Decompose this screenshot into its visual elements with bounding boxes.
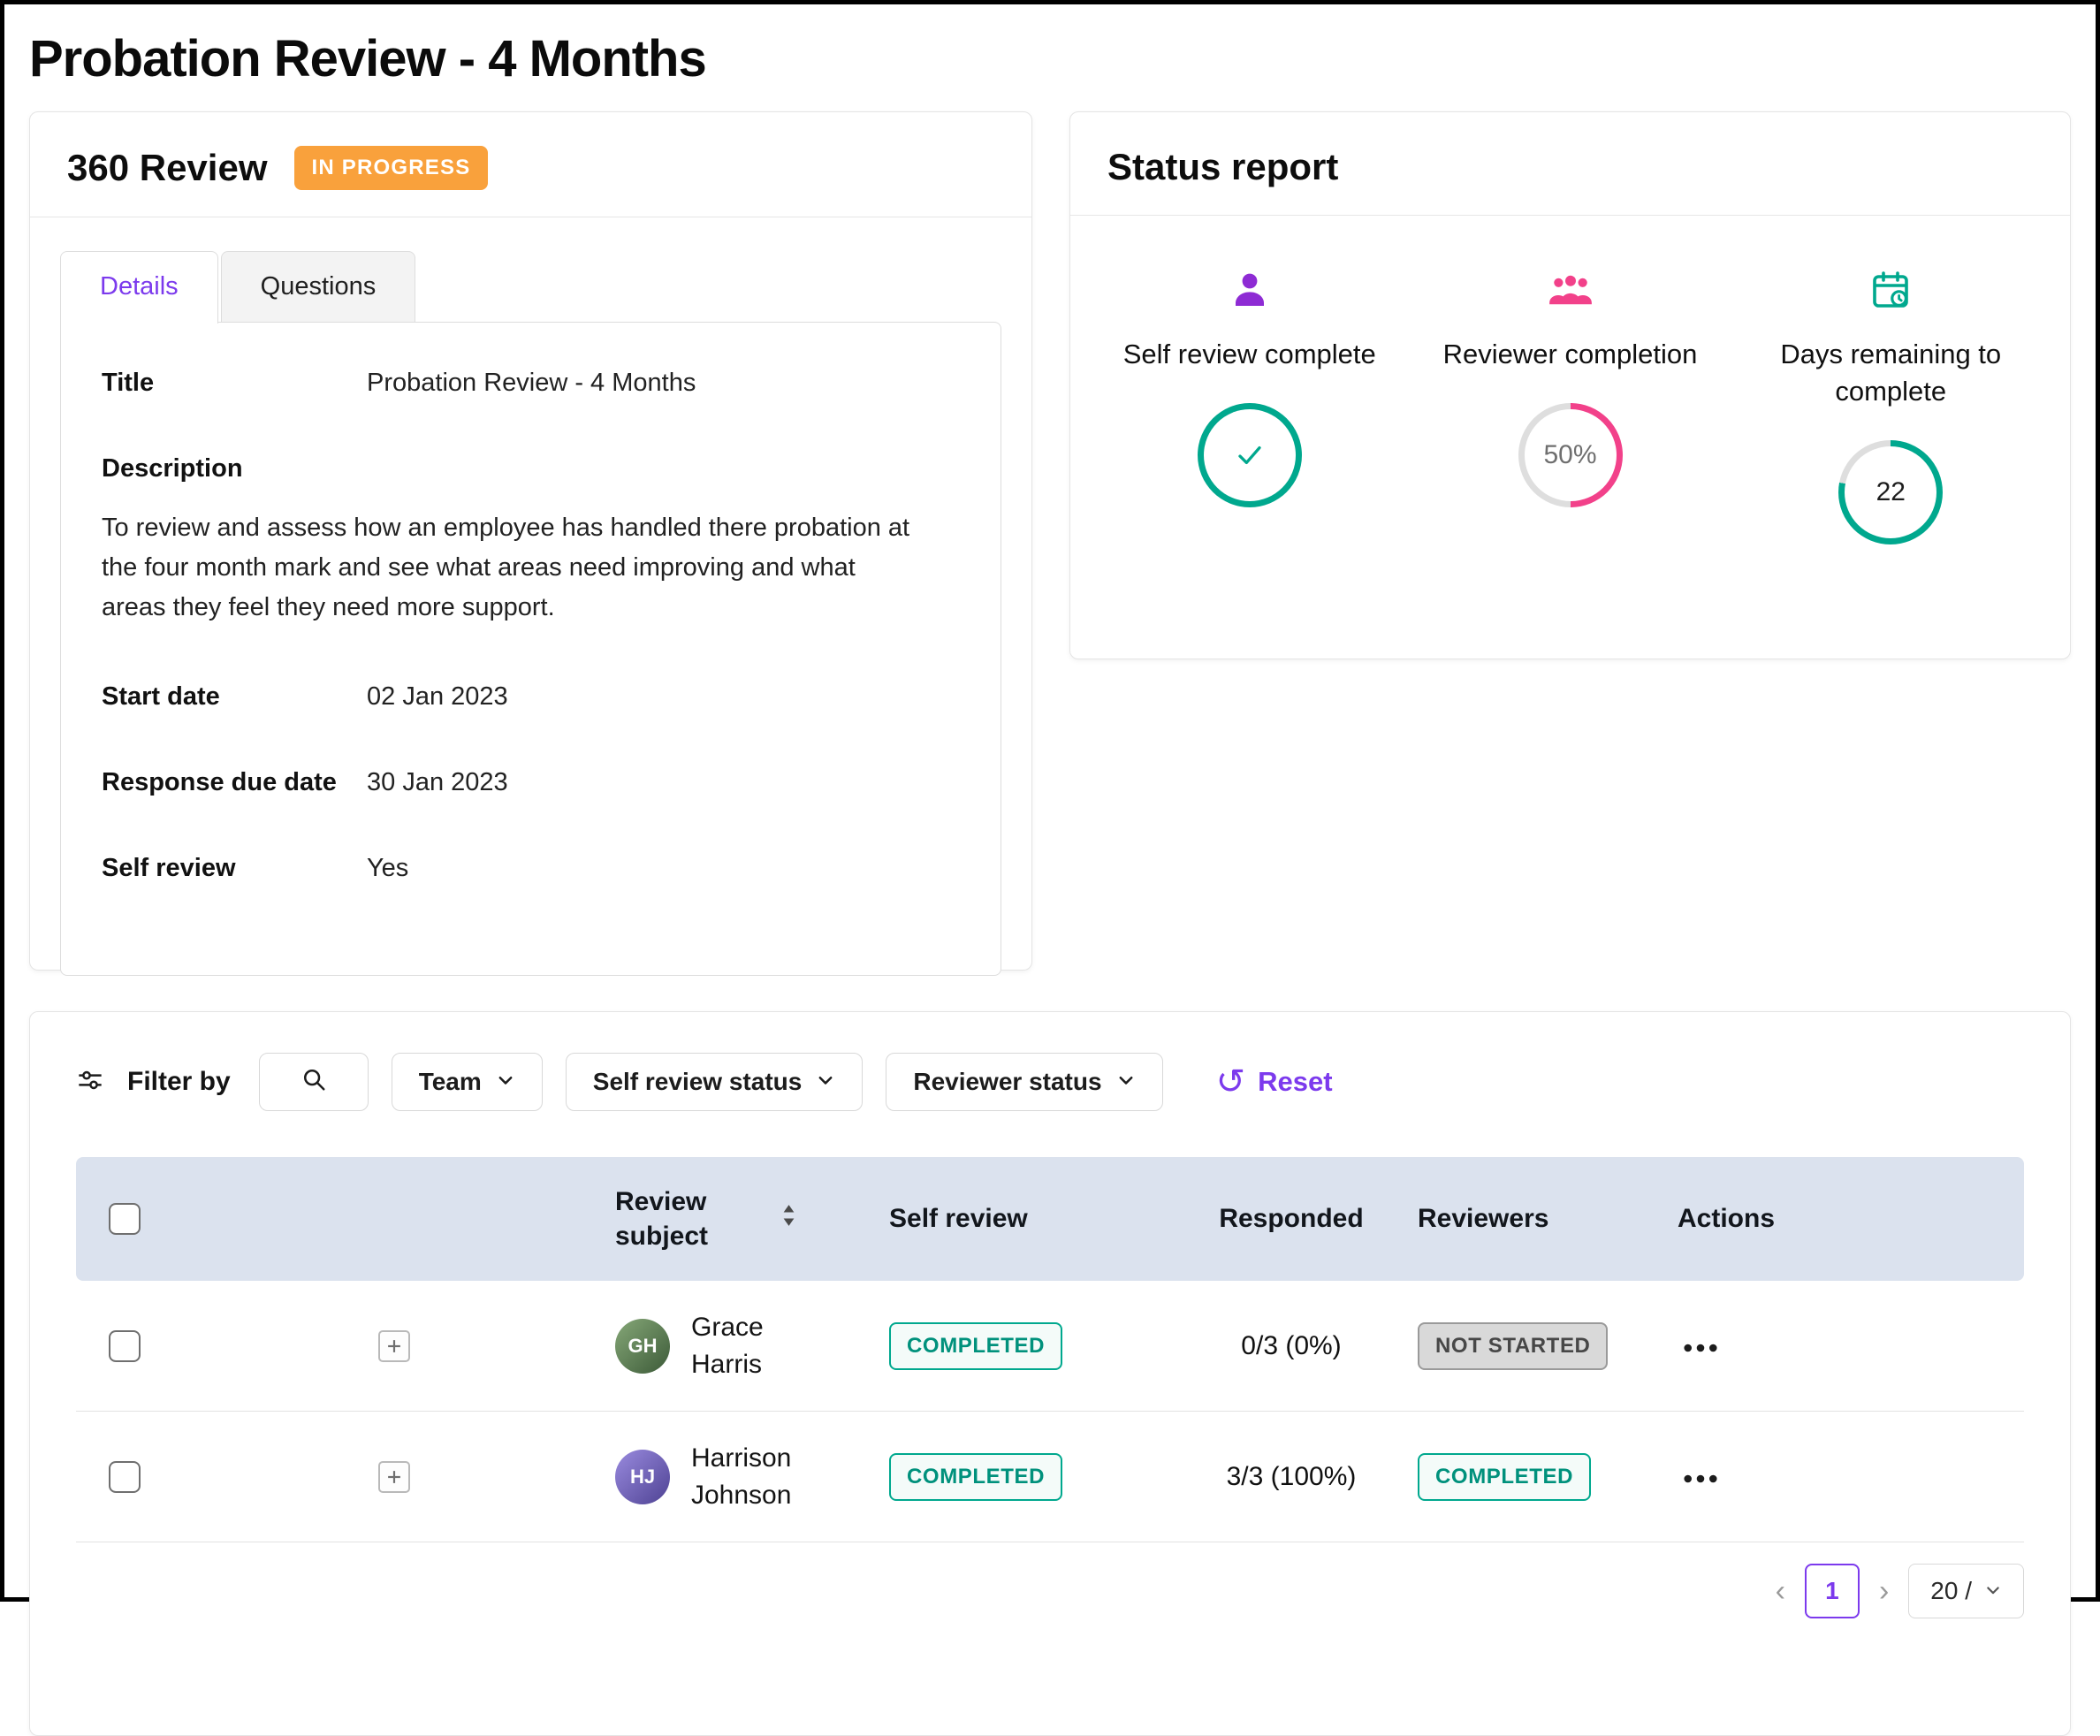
review-subject-cell: HJ Harrison Johnson [615, 1440, 889, 1514]
previous-page-icon[interactable]: ‹ [1776, 1574, 1785, 1609]
start-date-label: Start date [102, 682, 367, 712]
row-actions-menu-icon[interactable] [1678, 1468, 1723, 1492]
pagination: ‹ 1 › 20 / [76, 1564, 2024, 1618]
next-page-icon[interactable]: › [1879, 1574, 1889, 1609]
self-review-value: Yes [367, 854, 408, 883]
reviewers-status-badge: COMPLETED [1418, 1453, 1591, 1501]
detail-row-title: Title Probation Review - 4 Months [102, 369, 960, 398]
subject-name: Grace Harris [691, 1309, 833, 1383]
due-date-value: 30 Jan 2023 [367, 768, 508, 797]
review-card-header: 360 Review IN PROGRESS [30, 112, 1031, 217]
subject-name: Harrison Johnson [691, 1440, 833, 1514]
check-icon [1204, 409, 1296, 501]
select-all-checkbox[interactable] [109, 1203, 141, 1235]
reset-filters-button[interactable]: ↺ Reset [1216, 1064, 1333, 1100]
self-review-ring [1198, 403, 1302, 507]
team-filter-dropdown[interactable]: Team [392, 1053, 543, 1111]
row-actions-menu-icon[interactable] [1678, 1337, 1723, 1361]
reset-label: Reset [1258, 1066, 1332, 1098]
column-header-responded: Responded [1190, 1204, 1393, 1234]
search-icon [301, 1066, 327, 1099]
detail-row-due-date: Response due date 30 Jan 2023 [102, 768, 960, 797]
row-checkbox[interactable] [109, 1330, 141, 1362]
days-remaining-ring: 22 [1838, 440, 1943, 544]
avatar: HJ [615, 1450, 670, 1504]
review-subject-cell: GH Grace Harris [615, 1309, 889, 1383]
self-review-status-dropdown[interactable]: Self review status [566, 1053, 864, 1111]
stat-label: Days remaining to complete [1731, 336, 2050, 410]
page-size-dropdown[interactable]: 20 / [1908, 1564, 2024, 1618]
reviewer-completion-ring: 50% [1518, 403, 1623, 507]
ring-value: 50% [1525, 409, 1617, 501]
expand-row-icon[interactable] [378, 1461, 410, 1493]
status-report-header: Status report [1070, 112, 2070, 216]
filter-bar: Filter by Team Self review status [76, 1053, 2024, 1111]
top-cards-row: 360 Review IN PROGRESS Details Questions… [4, 111, 2096, 971]
review-tabs: Details Questions [60, 251, 1001, 322]
detail-row-self-review: Self review Yes [102, 854, 960, 883]
self-review-status-badge: COMPLETED [889, 1453, 1062, 1501]
column-header-reviewers: Reviewers [1393, 1204, 1658, 1234]
status-report-card: Status report Self review complete [1069, 111, 2071, 659]
stat-label: Self review complete [1091, 336, 1409, 373]
title-value: Probation Review - 4 Months [367, 369, 696, 398]
responded-value: 3/3 (100%) [1190, 1462, 1393, 1492]
row-checkbox[interactable] [109, 1461, 141, 1493]
person-icon [1091, 265, 1409, 315]
due-date-label: Response due date [102, 768, 367, 797]
review-subjects-card: Filter by Team Self review status [29, 1011, 2071, 1736]
status-report-title: Status report [1107, 146, 1338, 188]
page-number-button[interactable]: 1 [1805, 1564, 1860, 1618]
table-row: GH Grace Harris COMPLETED 0/3 (0%) NOT S… [76, 1281, 2024, 1412]
chevron-down-icon [816, 1068, 835, 1096]
search-button[interactable] [259, 1053, 369, 1111]
stat-self-review: Self review complete [1091, 265, 1409, 544]
responded-value: 0/3 (0%) [1190, 1331, 1393, 1361]
ring-value: 22 [1845, 446, 1936, 538]
table-row: HJ Harrison Johnson COMPLETED 3/3 (100%)… [76, 1412, 2024, 1542]
reviewers-status-badge: NOT STARTED [1418, 1322, 1608, 1370]
title-label: Title [102, 369, 367, 398]
stat-reviewer-completion: Reviewer completion 50% [1411, 265, 1730, 544]
self-review-status-label: Self review status [593, 1068, 803, 1096]
review-card-title: 360 Review [67, 147, 268, 189]
review-card-body: Details Questions Title Probation Review… [30, 217, 1031, 1011]
team-filter-label: Team [419, 1068, 482, 1096]
table-header-row: Review subject Self review Responded Rev… [76, 1157, 2024, 1281]
avatar: GH [615, 1319, 670, 1374]
column-header-actions: Actions [1658, 1204, 2024, 1234]
tab-details[interactable]: Details [60, 251, 218, 324]
chevron-down-icon [1116, 1068, 1136, 1096]
chevron-down-icon [496, 1068, 515, 1096]
stat-label: Reviewer completion [1411, 336, 1730, 373]
stat-days-remaining: Days remaining to complete 22 [1731, 265, 2050, 544]
expand-row-icon[interactable] [378, 1330, 410, 1362]
page-size-label: 20 / [1930, 1577, 1972, 1605]
page-title: Probation Review - 4 Months [29, 29, 2096, 88]
in-progress-badge: IN PROGRESS [294, 146, 489, 190]
description-label: Description [102, 454, 960, 483]
start-date-value: 02 Jan 2023 [367, 682, 508, 712]
chevron-down-icon [1984, 1577, 2002, 1605]
description-value: To review and assess how an employee has… [102, 508, 915, 628]
filter-by-label: Filter by [127, 1067, 231, 1097]
detail-row-start-date: Start date 02 Jan 2023 [102, 682, 960, 712]
sliders-icon [76, 1066, 104, 1099]
reviewer-status-dropdown[interactable]: Reviewer status [886, 1053, 1162, 1111]
calendar-clock-icon [1731, 265, 2050, 315]
self-review-status-badge: COMPLETED [889, 1322, 1062, 1370]
people-icon [1411, 265, 1730, 315]
column-header-review-subject[interactable]: Review subject [615, 1184, 889, 1253]
column-header-self-review: Self review [889, 1204, 1190, 1234]
tab-questions[interactable]: Questions [221, 251, 416, 322]
reviewer-status-label: Reviewer status [913, 1068, 1101, 1096]
status-report-body: Self review complete [1070, 216, 2070, 580]
sort-icon[interactable] [781, 1203, 796, 1235]
details-panel: Title Probation Review - 4 Months Descri… [60, 322, 1001, 976]
self-review-label: Self review [102, 854, 367, 883]
reset-icon: ↺ [1216, 1064, 1246, 1100]
review-card: 360 Review IN PROGRESS Details Questions… [29, 111, 1032, 971]
